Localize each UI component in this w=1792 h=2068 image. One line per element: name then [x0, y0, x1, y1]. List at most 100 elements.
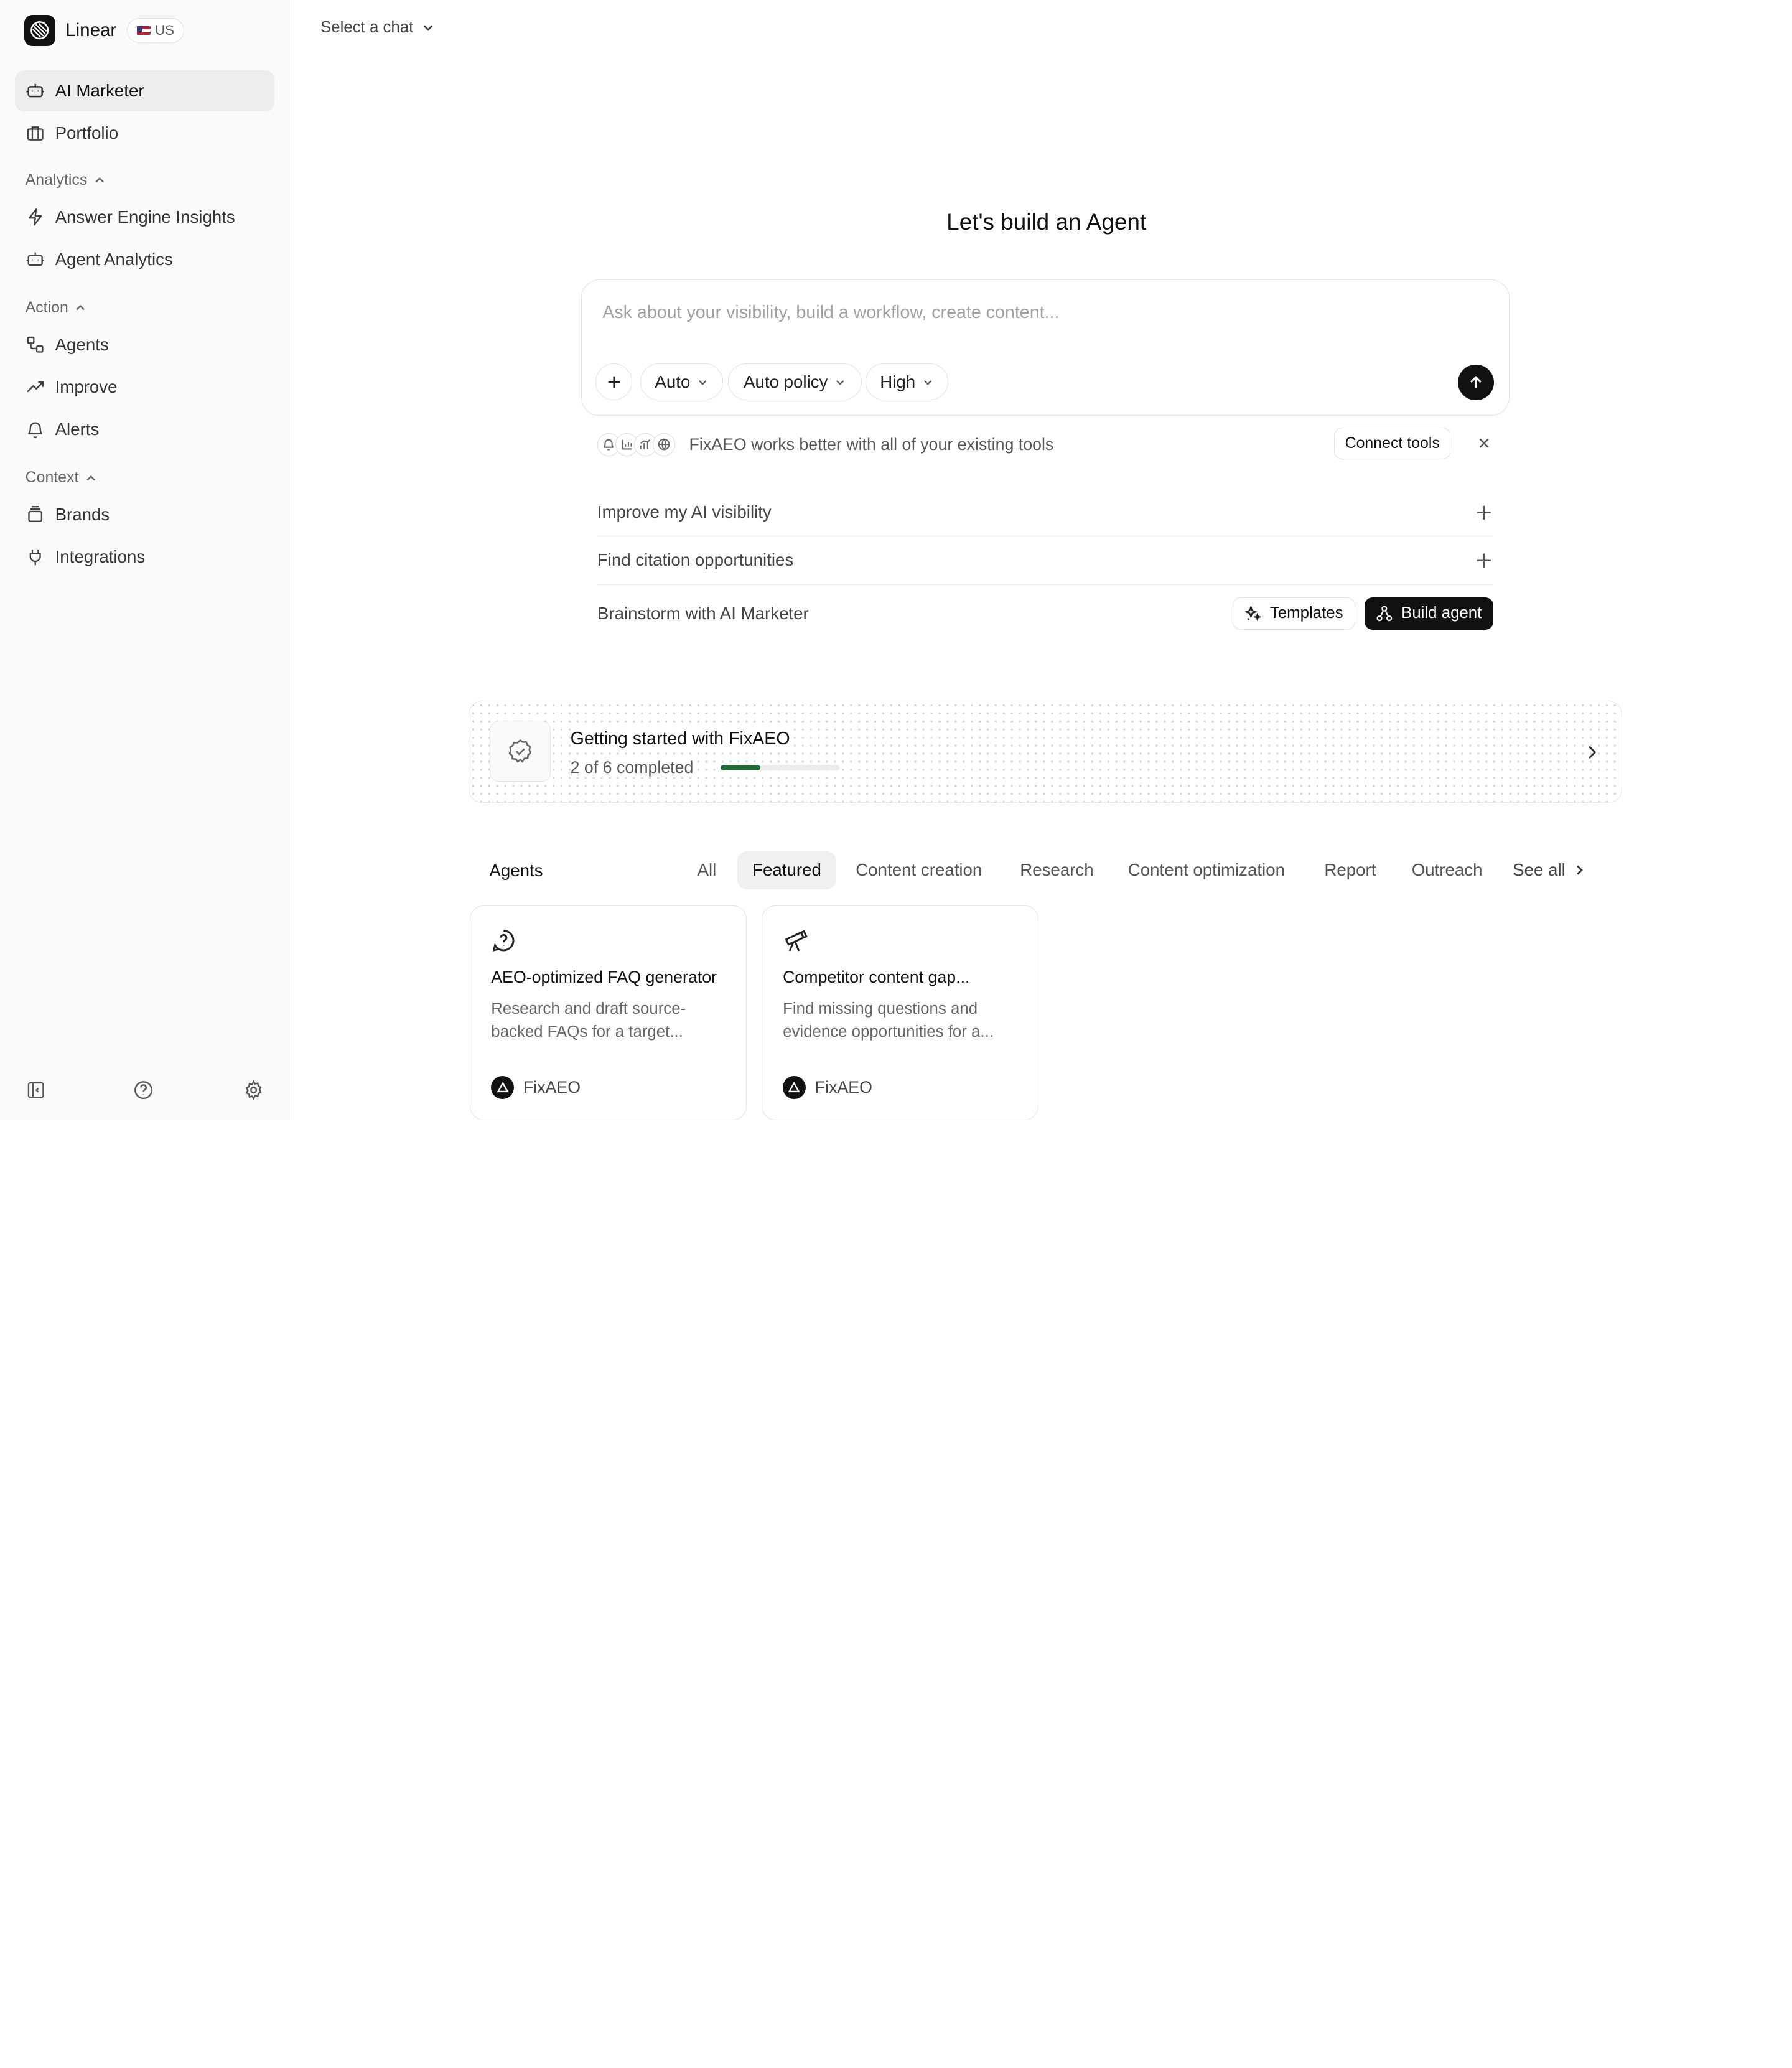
- main-content: Select a chat Let's build an Agent Auto …: [289, 0, 1792, 1120]
- effort-select[interactable]: High: [866, 363, 948, 401]
- sidebar-item-brands[interactable]: Brands: [15, 494, 274, 535]
- section-analytics[interactable]: Analytics: [26, 171, 106, 189]
- section-action[interactable]: Action: [26, 299, 87, 317]
- progress-bar-fill: [721, 764, 761, 770]
- see-all-link[interactable]: See all: [1513, 851, 1586, 889]
- chat-select-label: Select a chat: [320, 18, 414, 36]
- plug-icon: [29, 549, 41, 565]
- model-select[interactable]: Auto: [640, 363, 724, 401]
- sidebar: Linear US AI Marketer Portfolio Analytic…: [0, 0, 290, 1120]
- templates-button[interactable]: Templates: [1232, 597, 1355, 630]
- connect-tools-button[interactable]: Connect tools: [1333, 427, 1451, 460]
- agents-section-title: Agents: [489, 860, 543, 880]
- page-title: Let's build an Agent: [946, 208, 1147, 235]
- sidebar-item-ai-marketer[interactable]: AI Marketer: [14, 70, 275, 112]
- agent-card-author: FixAEO: [491, 1075, 581, 1099]
- agent-card-author: FixAEO: [783, 1075, 872, 1099]
- chevron-up-icon: [95, 177, 104, 183]
- send-button[interactable]: [1458, 365, 1494, 401]
- sidebar-item-label: Answer Engine Insights: [55, 207, 235, 227]
- brainstorm-label[interactable]: Brainstorm with AI Marketer: [597, 604, 809, 624]
- sidebar-item-label: Portfolio: [55, 123, 119, 143]
- sidebar-item-agents[interactable]: Agents: [15, 324, 274, 365]
- prompt-input[interactable]: [602, 302, 1476, 324]
- suggestion-improve-visibility[interactable]: Improve my AI visibility: [597, 489, 1493, 537]
- agent-card-faq-generator[interactable]: AEO-optimized FAQ generator Research and…: [470, 905, 747, 1120]
- bot-icon: [26, 253, 44, 266]
- sidebar-item-improve[interactable]: Improve: [15, 367, 274, 408]
- region-label: US: [155, 22, 174, 38]
- chevron-right-icon: [1577, 865, 1583, 875]
- sidebar-item-integrations[interactable]: Integrations: [15, 536, 274, 578]
- agent-card-description: Find missing questions and evidence oppo…: [783, 1000, 994, 1041]
- section-context[interactable]: Context: [26, 469, 97, 487]
- region-badge[interactable]: US: [126, 17, 184, 44]
- tab-content-creation[interactable]: Content creation: [841, 851, 997, 889]
- settings-icon[interactable]: [243, 1078, 266, 1102]
- composer: Auto Auto policy High: [581, 279, 1510, 416]
- section-title: Analytics: [25, 171, 88, 189]
- bot-icon: [26, 83, 44, 98]
- sidebar-item-answer-engine-insights[interactable]: Answer Engine Insights: [15, 197, 274, 238]
- linear-logo-icon: [24, 14, 55, 46]
- chevron-up-icon: [76, 305, 85, 311]
- fixaeo-logo-icon: [783, 1075, 806, 1099]
- tab-report[interactable]: Report: [1309, 851, 1391, 889]
- tab-all[interactable]: All: [683, 851, 732, 889]
- plus-icon: [608, 376, 620, 388]
- bell-icon: [27, 422, 42, 438]
- brainstorm-row: Brainstorm with AI Marketer: [597, 589, 1493, 638]
- workflow-icon: [27, 336, 44, 353]
- sidebar-item-label: Integrations: [55, 547, 146, 567]
- badge-check-icon: [490, 721, 551, 782]
- section-title: Action: [25, 298, 68, 316]
- sidebar-item-agent-analytics[interactable]: Agent Analytics: [15, 239, 274, 280]
- getting-started-title: Getting started with FixAEO: [570, 729, 793, 750]
- sidebar-item-label: AI Marketer: [55, 80, 144, 100]
- see-all-label: See all: [1513, 860, 1566, 880]
- policy-select[interactable]: Auto policy: [727, 363, 862, 401]
- chevron-down-icon: [699, 380, 707, 385]
- briefcase-icon: [27, 126, 44, 141]
- tab-content-optimization[interactable]: Content optimization: [1113, 851, 1300, 889]
- brand[interactable]: Linear US: [24, 14, 184, 46]
- chevron-up-icon: [86, 475, 95, 480]
- chevron-right-icon: [1588, 745, 1597, 759]
- tools-banner: FixAEO works better with all of your exi…: [597, 427, 1493, 462]
- tab-research[interactable]: Research: [1005, 851, 1108, 889]
- sidebar-item-portfolio[interactable]: Portfolio: [15, 113, 274, 154]
- tab-outreach[interactable]: Outreach: [1397, 851, 1498, 889]
- sidebar-toggle-icon[interactable]: [24, 1078, 47, 1102]
- telescope-icon: [785, 930, 808, 952]
- section-title: Context: [25, 469, 79, 487]
- attach-button[interactable]: [595, 363, 633, 401]
- question-circle-icon: [492, 929, 515, 952]
- suggestion-citation-opportunities[interactable]: Find citation opportunities: [597, 536, 1493, 585]
- agent-card-description: Research and draft source-backed FAQs fo…: [491, 1000, 686, 1041]
- sidebar-item-label: Improve: [55, 377, 118, 397]
- agent-card-author-name: FixAEO: [814, 1077, 872, 1097]
- build-agent-button[interactable]: Build agent: [1365, 597, 1493, 630]
- app-root: Linear US AI Marketer Portfolio Analytic…: [0, 0, 1792, 1120]
- sidebar-item-label: Brands: [55, 504, 110, 524]
- tab-featured[interactable]: Featured: [737, 851, 836, 889]
- suggestion-label: Find citation opportunities: [597, 550, 794, 570]
- chat-select-dropdown[interactable]: Select a chat: [320, 19, 435, 37]
- getting-started-card[interactable]: Getting started with FixAEO 2 of 6 compl…: [469, 701, 1622, 803]
- templates-label: Templates: [1269, 604, 1343, 622]
- policy-select-label: Auto policy: [744, 372, 828, 391]
- model-select-label: Auto: [655, 372, 691, 391]
- zap-icon: [28, 208, 42, 226]
- effort-select-label: High: [880, 372, 916, 391]
- plus-icon: [1477, 553, 1491, 568]
- arrow-up-icon: [1470, 375, 1482, 388]
- plus-icon: [1477, 505, 1491, 520]
- agents-tab-bar: Agents All Featured Content creation Res…: [489, 851, 1615, 891]
- help-icon[interactable]: [132, 1078, 155, 1102]
- agent-card-title: AEO-optimized FAQ generator: [491, 968, 717, 987]
- chevron-down-icon: [836, 380, 844, 385]
- agent-card-competitor-gap[interactable]: Competitor content gap... Find missing q…: [761, 905, 1038, 1120]
- close-icon[interactable]: [1475, 434, 1493, 453]
- suggestion-label: Improve my AI visibility: [597, 502, 772, 522]
- sidebar-item-alerts[interactable]: Alerts: [15, 409, 274, 450]
